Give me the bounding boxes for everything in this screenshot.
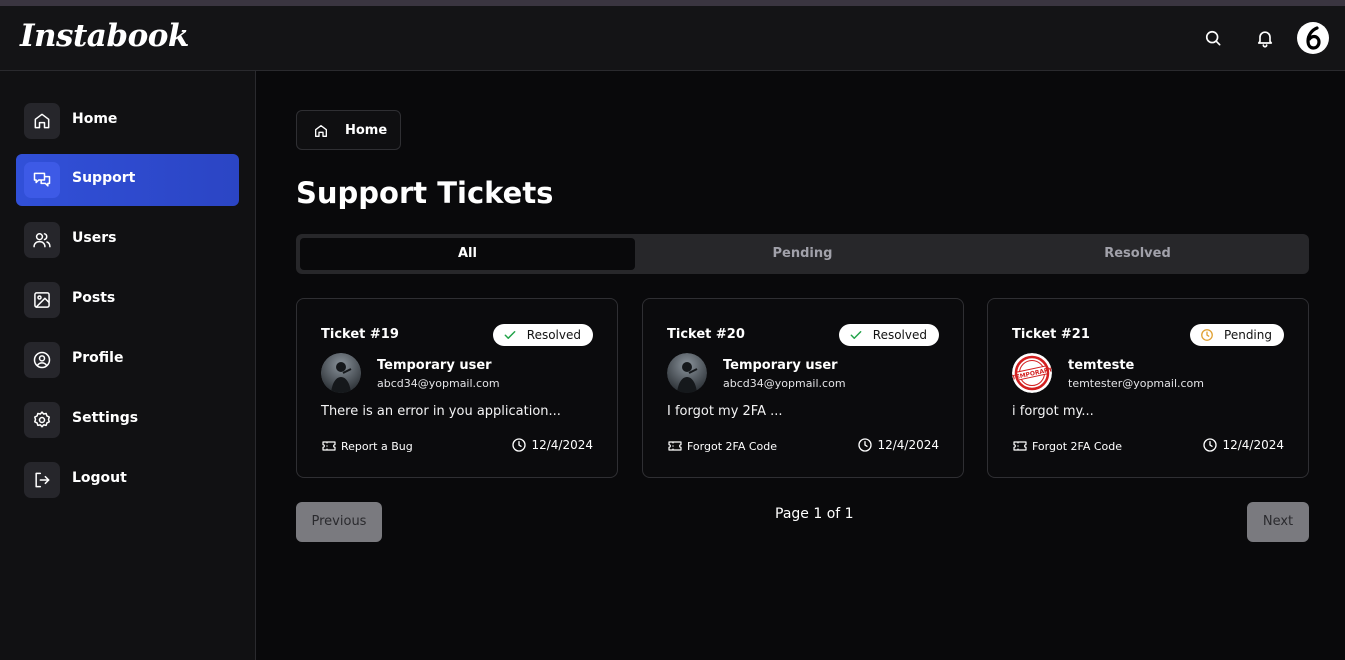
tab-all[interactable]: All: [300, 238, 635, 270]
ticket-description: I forgot my 2FA ...: [667, 404, 783, 419]
ticket-category: Forgot 2FA Code: [667, 438, 777, 454]
ticket-card[interactable]: Ticket #20 Resolved Temporary user abcd3…: [642, 298, 964, 478]
bell-icon[interactable]: [1255, 28, 1275, 48]
sidebar-item-home[interactable]: Home: [16, 95, 239, 147]
ticket-category: Report a Bug: [321, 438, 413, 454]
sidebar-item-label: Support: [72, 170, 136, 186]
ticket-date: 12/4/2024: [857, 437, 939, 453]
check-icon: [850, 331, 862, 339]
tab-bar: All Pending Resolved: [296, 234, 1309, 274]
clock-icon: [1203, 438, 1218, 452]
ticket-category: Forgot 2FA Code: [1012, 438, 1122, 454]
ticket-date: 12/4/2024: [1202, 437, 1284, 453]
sidebar-item-label: Settings: [72, 410, 139, 426]
user-email: temtester@yopmail.com: [1068, 377, 1204, 390]
category-label: Forgot 2FA Code: [1032, 439, 1123, 453]
clock-icon: [1201, 329, 1213, 341]
date-label: 12/4/2024: [1222, 438, 1284, 452]
app-logo[interactable]: Instabook: [20, 18, 189, 54]
ticket-icon: [322, 441, 336, 451]
sidebar-item-label: Users: [72, 230, 117, 246]
sidebar-item-posts[interactable]: Posts: [16, 274, 239, 326]
ticket-icon: [668, 441, 682, 451]
breadcrumb[interactable]: Home: [296, 110, 401, 150]
user-email: abcd34@yopmail.com: [723, 377, 846, 390]
status-badge: Resolved: [492, 324, 593, 346]
avatar: TEMPORARY: [1012, 353, 1052, 393]
category-label: Report a Bug: [341, 439, 413, 453]
status-label: Pending: [1224, 328, 1272, 342]
ticket-description: There is an error in you application...: [321, 404, 561, 419]
ticket-date: 12/4/2024: [511, 437, 593, 453]
breadcrumb-label: Home: [345, 123, 388, 138]
ticket-card[interactable]: Ticket #21 Pending TEMPORARY temteste te…: [987, 298, 1309, 478]
sidebar-item-profile[interactable]: Profile: [16, 334, 239, 386]
users-icon: [24, 222, 60, 258]
logout-icon: [24, 462, 60, 498]
user-name: temteste: [1068, 358, 1135, 373]
sidebar-item-label: Posts: [72, 290, 116, 306]
ticket-number: Ticket #20: [667, 327, 745, 342]
user-email: abcd34@yopmail.com: [377, 377, 500, 390]
sidebar-item-label: Profile: [72, 350, 124, 366]
date-label: 12/4/2024: [877, 438, 939, 452]
category-label: Forgot 2FA Code: [687, 439, 778, 453]
ticket-card[interactable]: Ticket #19 Resolved Temporary user abcd3…: [296, 298, 618, 478]
ticket-icon: [1013, 441, 1027, 451]
sidebar-item-support[interactable]: Support: [16, 154, 239, 206]
user-circle-icon: [24, 342, 60, 378]
user-name: Temporary user: [723, 358, 838, 373]
page-indicator: Page 1 of 1: [775, 506, 854, 522]
date-label: 12/4/2024: [531, 438, 593, 452]
sidebar-item-label: Logout: [72, 470, 127, 486]
clock-icon: [512, 438, 527, 452]
sidebar-item-label: Home: [72, 111, 118, 127]
clock-icon: [858, 438, 873, 452]
check-icon: [504, 331, 516, 339]
top-header: Instabook: [0, 6, 1345, 71]
account-avatar[interactable]: [1297, 22, 1329, 54]
page-title: Support Tickets: [296, 176, 554, 210]
home-icon: [24, 103, 60, 139]
chat-icon: [24, 162, 60, 198]
sidebar: Home Support Users Posts Profile Setting…: [0, 71, 256, 660]
next-button[interactable]: Next: [1247, 502, 1309, 542]
ticket-number: Ticket #19: [321, 327, 399, 342]
gear-icon: [24, 402, 60, 438]
home-icon: [315, 125, 327, 137]
avatar: [667, 353, 707, 393]
status-badge: Pending: [1190, 324, 1284, 346]
ticket-description: i forgot my...: [1012, 404, 1094, 419]
status-badge: Resolved: [838, 324, 939, 346]
tab-pending[interactable]: Pending: [635, 238, 970, 270]
user-name: Temporary user: [377, 358, 492, 373]
status-label: Resolved: [872, 328, 927, 342]
status-label: Resolved: [526, 328, 581, 342]
sidebar-item-logout[interactable]: Logout: [16, 454, 239, 506]
sidebar-item-users[interactable]: Users: [16, 214, 239, 266]
ticket-number: Ticket #21: [1012, 327, 1090, 342]
avatar: [321, 353, 361, 393]
search-icon[interactable]: [1203, 28, 1223, 48]
image-icon: [24, 282, 60, 318]
sidebar-item-settings[interactable]: Settings: [16, 394, 239, 446]
tab-resolved[interactable]: Resolved: [970, 238, 1305, 270]
previous-button[interactable]: Previous: [296, 502, 382, 542]
